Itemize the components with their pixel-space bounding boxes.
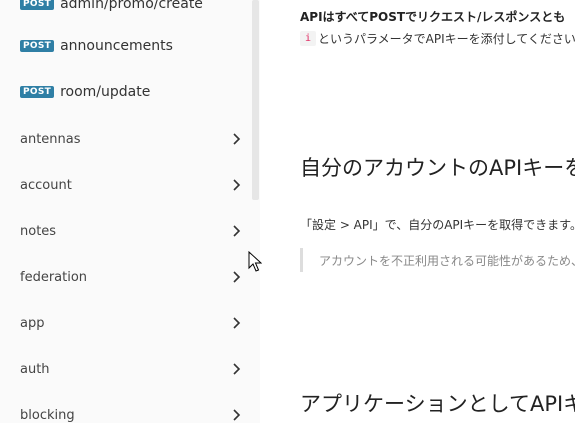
intro-text: APIはすべてPOSTでリクエスト/レスポンスとも	[300, 10, 566, 24]
sidebar-group-label: auth	[20, 361, 50, 377]
heading-api-key: 自分のアカウントのAPIキーを取得	[300, 156, 575, 180]
chevron-right-icon	[233, 179, 241, 191]
chevron-right-icon	[233, 317, 241, 329]
endpoint-label: room/update	[60, 84, 151, 100]
warning-blockquote: アカウントを不正利用される可能性があるため、	[300, 248, 575, 272]
endpoint-label: announcements	[60, 38, 173, 54]
chevron-right-icon	[233, 409, 241, 421]
endpoint-label: admin/promo/create	[60, 0, 203, 12]
sidebar-group-federation[interactable]: federation	[20, 266, 242, 288]
endpoint-admin-promo-create[interactable]: POST admin/promo/create	[20, 0, 203, 14]
main-content: APIはすべてPOSTでリクエスト/レスポンスとも i というパラメータでAPI…	[260, 0, 575, 423]
mouse-cursor-icon	[248, 251, 262, 272]
endpoint-announcements[interactable]: POST announcements	[20, 36, 173, 56]
post-badge: POST	[20, 86, 55, 98]
sidebar-group-label: app	[20, 315, 45, 331]
chevron-right-icon	[233, 133, 241, 145]
inline-code: i	[300, 31, 317, 46]
endpoint-room-update[interactable]: POST room/update	[20, 82, 150, 102]
sidebar-group-label: account	[20, 177, 72, 193]
sidebar-group-app[interactable]: app	[20, 312, 242, 334]
sidebar-group-label: federation	[20, 269, 88, 285]
post-badge: POST	[20, 0, 55, 10]
sidebar-scrollbar[interactable]	[252, 0, 259, 200]
sidebar-group-auth[interactable]: auth	[20, 358, 242, 380]
sidebar-group-account[interactable]: account	[20, 174, 242, 196]
chevron-right-icon	[233, 271, 241, 283]
sidebar-group-label: blocking	[20, 407, 75, 423]
sidebar-group-label: notes	[20, 223, 57, 239]
param-text-line: i というパラメータでAPIキーを添付してください。	[300, 30, 575, 47]
post-badge: POST	[20, 40, 55, 52]
chevron-right-icon	[233, 225, 241, 237]
warning-text: アカウントを不正利用される可能性があるため、	[319, 253, 575, 268]
sidebar-group-notes[interactable]: notes	[20, 220, 242, 242]
sidebar-group-blocking[interactable]: blocking	[20, 404, 242, 423]
chevron-right-icon	[233, 363, 241, 375]
sidebar: POST admin/promo/create POST announcemen…	[0, 0, 260, 423]
sidebar-group-antennas[interactable]: antennas	[20, 128, 242, 150]
sidebar-group-label: antennas	[20, 131, 81, 147]
heading-app-key: アプリケーションとしてAPIキーを取得	[300, 392, 575, 416]
api-key-text: 「設定 > API」で、自分のAPIキーを取得できます。	[300, 218, 575, 232]
param-text: というパラメータでAPIキーを添付してください。	[318, 32, 575, 46]
